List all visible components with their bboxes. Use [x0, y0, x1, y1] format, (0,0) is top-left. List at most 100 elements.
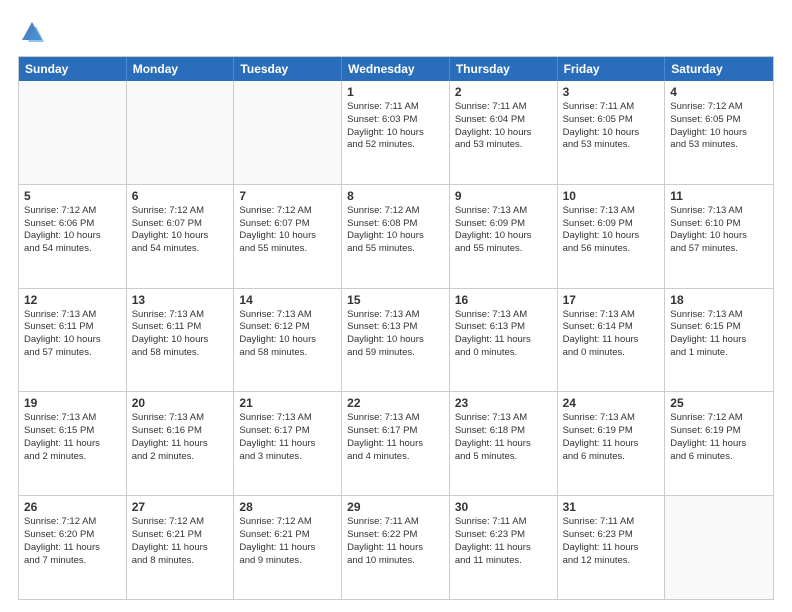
day-number: 31 [563, 500, 660, 514]
calendar-cell [127, 81, 235, 184]
cell-info: Sunrise: 7:13 AM Sunset: 6:11 PM Dayligh… [132, 309, 229, 360]
calendar-cell: 27 Sunrise: 7:12 AM Sunset: 6:21 PM Dayli… [127, 496, 235, 599]
calendar-body: 1 Sunrise: 7:11 AM Sunset: 6:03 PM Daylig… [19, 81, 773, 599]
weekday-header-sunday: Sunday [19, 57, 127, 81]
calendar-cell: 23Sunrise: 7:13 AM Sunset: 6:18 PM Dayli… [450, 392, 558, 495]
logo-icon [18, 18, 46, 46]
calendar-row-4: 26 Sunrise: 7:12 AM Sunset: 6:20 PM Dayli… [19, 495, 773, 599]
cell-info: Sunrise: 7:12 AM Sunset: 6:07 PM Dayligh… [239, 205, 336, 256]
cell-info: Sunrise: 7:13 AM Sunset: 6:15 PM Dayligh… [670, 309, 768, 360]
weekday-header-monday: Monday [127, 57, 235, 81]
calendar-cell: 21Sunrise: 7:13 AM Sunset: 6:17 PM Dayli… [234, 392, 342, 495]
weekday-header-friday: Friday [558, 57, 666, 81]
calendar-cell: 12 Sunrise: 7:13 AM Sunset: 6:11 PM Dayli… [19, 289, 127, 392]
calendar-header: SundayMondayTuesdayWednesdayThursdayFrid… [19, 57, 773, 81]
day-number: 13 [132, 293, 229, 307]
day-number: 26 [24, 500, 121, 514]
calendar-cell: 14Sunrise: 7:13 AM Sunset: 6:12 PM Dayli… [234, 289, 342, 392]
cell-info: Sunrise: 7:12 AM Sunset: 6:19 PM Dayligh… [670, 412, 768, 463]
cell-info: Sunrise: 7:12 AM Sunset: 6:08 PM Dayligh… [347, 205, 444, 256]
cell-info: Sunrise: 7:13 AM Sunset: 6:09 PM Dayligh… [563, 205, 660, 256]
day-number: 11 [670, 189, 768, 203]
cell-info: Sunrise: 7:13 AM Sunset: 6:15 PM Dayligh… [24, 412, 121, 463]
cell-info: Sunrise: 7:12 AM Sunset: 6:06 PM Dayligh… [24, 205, 121, 256]
day-number: 10 [563, 189, 660, 203]
calendar-cell: 18 Sunrise: 7:13 AM Sunset: 6:15 PM Dayli… [665, 289, 773, 392]
day-number: 6 [132, 189, 229, 203]
cell-info: Sunrise: 7:11 AM Sunset: 6:05 PM Dayligh… [563, 101, 660, 152]
day-number: 12 [24, 293, 121, 307]
cell-info: Sunrise: 7:12 AM Sunset: 6:20 PM Dayligh… [24, 516, 121, 567]
calendar-row-1: 5 Sunrise: 7:12 AM Sunset: 6:06 PM Daylig… [19, 184, 773, 288]
day-number: 20 [132, 396, 229, 410]
day-number: 3 [563, 85, 660, 99]
calendar-cell: 5 Sunrise: 7:12 AM Sunset: 6:06 PM Daylig… [19, 185, 127, 288]
calendar-cell: 20 Sunrise: 7:13 AM Sunset: 6:16 PM Dayli… [127, 392, 235, 495]
day-number: 2 [455, 85, 552, 99]
cell-info: Sunrise: 7:13 AM Sunset: 6:13 PM Dayligh… [347, 309, 444, 360]
day-number: 16 [455, 293, 552, 307]
calendar-cell: 19 Sunrise: 7:13 AM Sunset: 6:15 PM Dayli… [19, 392, 127, 495]
calendar-cell: 30Sunrise: 7:11 AM Sunset: 6:23 PM Dayli… [450, 496, 558, 599]
cell-info: Sunrise: 7:11 AM Sunset: 6:04 PM Dayligh… [455, 101, 552, 152]
cell-info: Sunrise: 7:11 AM Sunset: 6:22 PM Dayligh… [347, 516, 444, 567]
day-number: 5 [24, 189, 121, 203]
day-number: 4 [670, 85, 768, 99]
calendar-cell: 8 Sunrise: 7:12 AM Sunset: 6:08 PM Daylig… [342, 185, 450, 288]
calendar-cell: 17 Sunrise: 7:13 AM Sunset: 6:14 PM Dayli… [558, 289, 666, 392]
calendar-cell: 22Sunrise: 7:13 AM Sunset: 6:17 PM Dayli… [342, 392, 450, 495]
calendar-cell: 28 Sunrise: 7:12 AM Sunset: 6:21 PM Dayli… [234, 496, 342, 599]
cell-info: Sunrise: 7:11 AM Sunset: 6:23 PM Dayligh… [455, 516, 552, 567]
calendar-cell: 25 Sunrise: 7:12 AM Sunset: 6:19 PM Dayli… [665, 392, 773, 495]
day-number: 27 [132, 500, 229, 514]
calendar-row-3: 19 Sunrise: 7:13 AM Sunset: 6:15 PM Dayli… [19, 391, 773, 495]
calendar: SundayMondayTuesdayWednesdayThursdayFrid… [18, 56, 774, 600]
logo [18, 18, 50, 46]
calendar-cell: 29Sunrise: 7:11 AM Sunset: 6:22 PM Dayli… [342, 496, 450, 599]
cell-info: Sunrise: 7:13 AM Sunset: 6:13 PM Dayligh… [455, 309, 552, 360]
calendar-cell: 9Sunrise: 7:13 AM Sunset: 6:09 PM Daylig… [450, 185, 558, 288]
weekday-header-wednesday: Wednesday [342, 57, 450, 81]
calendar-cell: 15 Sunrise: 7:13 AM Sunset: 6:13 PM Dayli… [342, 289, 450, 392]
calendar-cell [665, 496, 773, 599]
day-number: 19 [24, 396, 121, 410]
weekday-header-thursday: Thursday [450, 57, 558, 81]
day-number: 24 [563, 396, 660, 410]
calendar-row-2: 12 Sunrise: 7:13 AM Sunset: 6:11 PM Dayli… [19, 288, 773, 392]
day-number: 8 [347, 189, 444, 203]
calendar-cell: 1 Sunrise: 7:11 AM Sunset: 6:03 PM Daylig… [342, 81, 450, 184]
calendar-cell: 3 Sunrise: 7:11 AM Sunset: 6:05 PM Daylig… [558, 81, 666, 184]
calendar-cell: 11 Sunrise: 7:13 AM Sunset: 6:10 PM Dayli… [665, 185, 773, 288]
calendar-cell: 16 Sunrise: 7:13 AM Sunset: 6:13 PM Dayli… [450, 289, 558, 392]
calendar-cell: 4Sunrise: 7:12 AM Sunset: 6:05 PM Daylig… [665, 81, 773, 184]
calendar-cell [234, 81, 342, 184]
cell-info: Sunrise: 7:13 AM Sunset: 6:14 PM Dayligh… [563, 309, 660, 360]
cell-info: Sunrise: 7:11 AM Sunset: 6:23 PM Dayligh… [563, 516, 660, 567]
calendar-cell: 10 Sunrise: 7:13 AM Sunset: 6:09 PM Dayli… [558, 185, 666, 288]
day-number: 14 [239, 293, 336, 307]
day-number: 25 [670, 396, 768, 410]
cell-info: Sunrise: 7:12 AM Sunset: 6:07 PM Dayligh… [132, 205, 229, 256]
day-number: 15 [347, 293, 444, 307]
day-number: 28 [239, 500, 336, 514]
calendar-cell: 31 Sunrise: 7:11 AM Sunset: 6:23 PM Dayli… [558, 496, 666, 599]
calendar-cell: 26 Sunrise: 7:12 AM Sunset: 6:20 PM Dayli… [19, 496, 127, 599]
calendar-row-0: 1 Sunrise: 7:11 AM Sunset: 6:03 PM Daylig… [19, 81, 773, 184]
cell-info: Sunrise: 7:13 AM Sunset: 6:17 PM Dayligh… [239, 412, 336, 463]
day-number: 17 [563, 293, 660, 307]
calendar-cell [19, 81, 127, 184]
weekday-header-tuesday: Tuesday [234, 57, 342, 81]
cell-info: Sunrise: 7:13 AM Sunset: 6:11 PM Dayligh… [24, 309, 121, 360]
cell-info: Sunrise: 7:11 AM Sunset: 6:03 PM Dayligh… [347, 101, 444, 152]
cell-info: Sunrise: 7:12 AM Sunset: 6:21 PM Dayligh… [132, 516, 229, 567]
cell-info: Sunrise: 7:13 AM Sunset: 6:17 PM Dayligh… [347, 412, 444, 463]
cell-info: Sunrise: 7:13 AM Sunset: 6:18 PM Dayligh… [455, 412, 552, 463]
page: SundayMondayTuesdayWednesdayThursdayFrid… [0, 0, 792, 612]
day-number: 1 [347, 85, 444, 99]
weekday-header-saturday: Saturday [665, 57, 773, 81]
day-number: 18 [670, 293, 768, 307]
day-number: 9 [455, 189, 552, 203]
cell-info: Sunrise: 7:13 AM Sunset: 6:16 PM Dayligh… [132, 412, 229, 463]
cell-info: Sunrise: 7:13 AM Sunset: 6:10 PM Dayligh… [670, 205, 768, 256]
cell-info: Sunrise: 7:12 AM Sunset: 6:21 PM Dayligh… [239, 516, 336, 567]
